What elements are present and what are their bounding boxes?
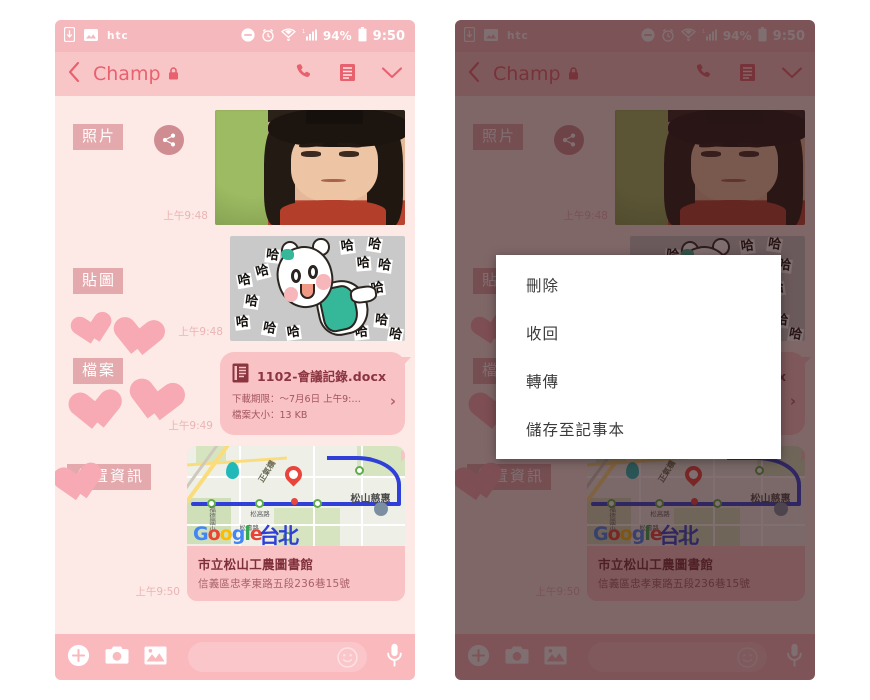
chevron-down-icon[interactable]	[381, 65, 403, 84]
annotation-chip-sticker: 貼圖	[73, 268, 124, 294]
heart-decoration	[78, 389, 126, 434]
map-transit-stop	[313, 499, 323, 508]
context-menu-item[interactable]: 收回	[496, 309, 781, 357]
file-size: 檔案大小：13 KB	[232, 410, 308, 422]
sticker-text: 哈	[376, 257, 393, 274]
message-composer-toolbar	[55, 634, 415, 680]
lock-icon	[168, 63, 179, 85]
photo-eye-right	[338, 151, 360, 158]
status-bar-left: htc	[63, 26, 129, 45]
alarm-icon	[261, 28, 275, 45]
location-name: 市立松山工農圖書館	[198, 557, 314, 572]
bear-mouth	[300, 283, 315, 299]
svg-text:1: 1	[302, 29, 305, 35]
bear-cheek	[316, 274, 331, 290]
google-watermark: Google	[193, 523, 263, 545]
map-label-road-diagonal: 正氣橋	[256, 458, 277, 485]
photo-collar	[279, 199, 386, 225]
bear-hair-tuft	[280, 248, 294, 261]
app-bar: Champ	[55, 52, 415, 96]
location-address: 信義區忠孝東路五段236巷15號	[198, 578, 351, 590]
status-bar: htc 1 94% 9:50	[55, 20, 415, 52]
phone-screen-right: htc 1 94% 9:50 Champ	[455, 20, 815, 680]
app-bar-actions	[294, 62, 403, 86]
file-name: 1102-會議記錄.docx	[257, 368, 387, 384]
heart-decoration	[61, 462, 108, 506]
chat-title: Champ	[93, 63, 179, 85]
map-label-city: 台北	[259, 524, 299, 546]
map-transit-stop	[254, 499, 264, 508]
map-label-area-right: 松山慈惠	[350, 494, 391, 505]
sticker-bear-character	[270, 237, 379, 340]
battery-percent-label: 94%	[322, 29, 352, 43]
photo-message-thumbnail[interactable]	[215, 110, 405, 225]
annotation-chip-photo: 照片	[73, 124, 124, 150]
photo-eye-left	[300, 151, 322, 158]
phone-screen-left: htc 1 94% 9:50 Champ 照片 貼圖 檔案 位置資訊 上午9:4…	[55, 20, 415, 680]
chevron-right-icon[interactable]: ›	[390, 392, 396, 410]
sticker-text: 哈	[386, 326, 404, 341]
file-message-bubble[interactable]: 1102-會議記錄.docx 下載期限：～7月6日 上午9:… 檔案大小：13 …	[220, 352, 411, 436]
context-menu-item[interactable]: 刪除	[496, 261, 781, 309]
sticker-message[interactable]: 哈 哈 哈 哈 哈 哈 哈 哈 哈 哈 哈 哈 哈 哈 哈	[230, 236, 405, 341]
message-input[interactable]	[188, 642, 367, 672]
sticker-text: 哈	[253, 263, 271, 281]
chat-message-list[interactable]: 照片 貼圖 檔案 位置資訊 上午9:48	[55, 96, 415, 634]
bear-eye	[290, 268, 301, 283]
map-road	[313, 446, 316, 546]
context-menu-item[interactable]: 儲存至記事本	[496, 405, 781, 453]
message-timestamp: 上午9:49	[168, 420, 213, 433]
message-row-photo[interactable]: 上午9:48	[163, 110, 405, 225]
location-info: 市立松山工農圖書館 信義區忠孝東路五段236巷15號	[187, 546, 405, 601]
chat-title-text: Champ	[93, 63, 161, 85]
phone-icon[interactable]	[294, 62, 314, 86]
camera-icon[interactable]	[105, 645, 129, 669]
location-message-bubble[interactable]: 正氣橋 松高路 松壽路 松山慈惠 福德國小 Google 台北 市立松山工農圖書…	[187, 446, 405, 601]
map-poi-marker	[226, 462, 240, 479]
message-row-location[interactable]: 上午9:50	[135, 446, 405, 601]
sticker-text: 哈	[372, 312, 390, 329]
sticker-text: 哈	[365, 236, 383, 254]
clock-label: 9:50	[372, 28, 405, 44]
dnd-icon	[241, 27, 255, 45]
gallery-icon[interactable]	[144, 646, 167, 669]
signal-icon: 1	[302, 28, 317, 44]
annotation-chip-file: 檔案	[73, 358, 124, 384]
context-menu-item[interactable]: 轉傳	[496, 357, 781, 405]
document-icon	[232, 363, 249, 387]
wifi-icon	[280, 28, 296, 44]
microphone-icon[interactable]	[386, 643, 403, 671]
map-label-road-1: 松高路	[250, 510, 270, 518]
status-bar-right: 1 94% 9:50	[241, 27, 405, 45]
emoji-smile-icon[interactable]	[337, 647, 358, 672]
download-icon	[63, 26, 76, 45]
heart-decoration	[121, 318, 167, 361]
sticker-text: 哈	[234, 314, 251, 331]
back-button[interactable]	[68, 61, 80, 86]
heart-decoration	[77, 311, 117, 348]
sticker-text: 哈	[235, 271, 254, 289]
list-menu-icon[interactable]	[338, 63, 357, 86]
file-expiry: 下載期限：～7月6日 上午9:…	[232, 394, 361, 405]
message-timestamp: 上午9:48	[163, 210, 208, 222]
message-timestamp: 上午9:48	[178, 326, 223, 338]
context-menu[interactable]: 刪除 收回 轉傳 儲存至記事本	[496, 255, 781, 459]
screenshot-canvas: htc 1 94% 9:50 Champ 照片 貼圖 檔案 位置資訊 上午9:4…	[0, 0, 870, 700]
battery-icon	[358, 27, 367, 45]
map-location-dot	[290, 498, 298, 505]
message-row-file[interactable]: 上午9:49 1102-會議記錄.docx 下載期限：～7月6日 上午9:… 檔…	[168, 352, 411, 436]
sticker-text: 哈	[243, 292, 260, 310]
carrier-label: htc	[107, 30, 129, 42]
file-header: 1102-會議記錄.docx	[232, 363, 392, 387]
map-location-pin	[281, 462, 306, 487]
map-transit-stop	[354, 466, 364, 475]
photo-headpiece	[306, 110, 364, 124]
message-timestamp: 上午9:50	[135, 586, 180, 598]
bear-cheek	[283, 286, 299, 302]
map-preview[interactable]: 正氣橋 松高路 松壽路 松山慈惠 福德國小 Google 台北	[187, 446, 405, 546]
message-row-sticker[interactable]: 上午9:48 哈 哈 哈 哈 哈 哈 哈 哈 哈 哈 哈 哈 哈 哈 哈	[178, 236, 405, 341]
picture-icon	[84, 28, 98, 44]
plus-circle-icon[interactable]	[67, 644, 90, 671]
